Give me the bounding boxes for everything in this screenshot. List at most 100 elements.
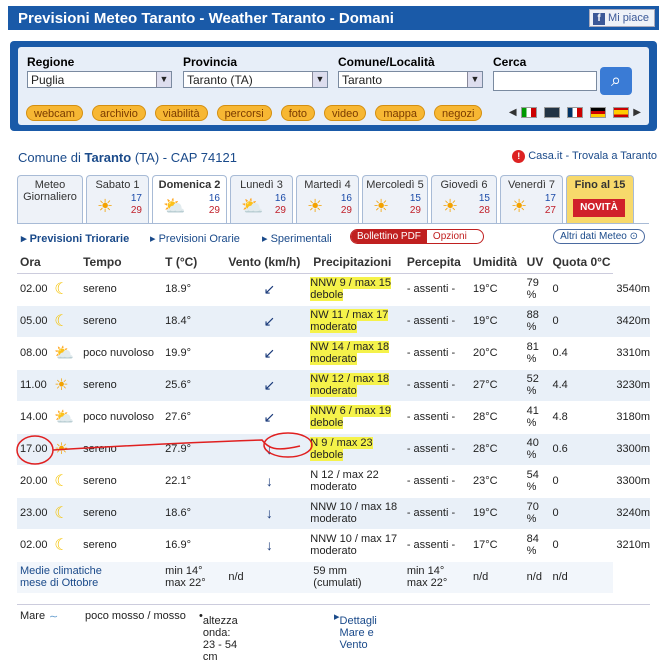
table-row: 05.00 ☾ sereno 18.4° ↙ NW 11 / max 17 moderato… (17, 305, 650, 338)
climate-prec-cell: 59 mm (cumulati) (310, 561, 404, 594)
cell-tempo: sereno (80, 497, 163, 530)
french-flag-icon[interactable] (566, 107, 583, 118)
wind-strength: moderato (310, 353, 357, 365)
col-precipitazioni: Precipitazioni (310, 251, 404, 274)
cell-umid: 84 % (523, 529, 550, 562)
col-ora: Ora (17, 251, 52, 274)
tab-tmin: 17 (130, 193, 142, 204)
mare-details-link[interactable]: ▸ Dettagli Mare e Vento (334, 610, 377, 651)
climate-month-link[interactable]: mese di Ottobre (20, 577, 162, 589)
tab-tmax: 29 (130, 205, 142, 216)
location-search-panel: Regione Puglia ▼ Provincia Taranto (TA) ▼ … (10, 41, 657, 131)
sun-icon: ☀ (511, 196, 528, 216)
tab-tmin: 15 (478, 193, 490, 204)
location-name: Taranto (84, 150, 132, 165)
wind-arrow-icon: ↙ (263, 408, 276, 425)
provincia-field: Provincia Taranto (TA) ▼ (183, 55, 328, 88)
cell-uv: 0 (549, 273, 614, 306)
subnav-sperimentali[interactable]: ▸ Sperimentali (262, 232, 332, 245)
subnav-triorarie[interactable]: ▸ Previsioni Triorarie (21, 232, 129, 245)
search-input[interactable] (493, 71, 597, 91)
cell-quota: 3230m (613, 369, 650, 402)
tab-fino-al-15[interactable]: Fino al 15 NOVITÀ (566, 175, 634, 223)
subnav-orarie[interactable]: ▸ Previsioni Orarie (150, 232, 240, 245)
tab-day[interactable]: Lunedì 3 ⛅ 16 29 (230, 175, 293, 223)
table-row: 02.00 ☾ sereno 18.9° ↙ NNW 9 / max 15 debole - … (17, 273, 650, 306)
facebook-like-button[interactable]: f Mi piace (589, 9, 655, 27)
arrow-right-icon[interactable]: ▶ (633, 107, 641, 118)
mare-onda-text: altezza onda: 23 - 54 cm (202, 615, 238, 663)
subnav-triorarie-label: Previsioni Triorarie (29, 233, 130, 245)
sun-icon: ☀ (54, 441, 69, 458)
search-button[interactable]: ⌕ (600, 67, 632, 95)
cell-wind-dir: ↙ (225, 305, 311, 338)
tab-day[interactable]: Martedì 4 ☀ 16 29 (296, 175, 359, 223)
moon-icon: ☾ (54, 473, 69, 490)
tab-tmin: 16 (208, 193, 220, 204)
regione-value: Puglia (31, 73, 65, 87)
title-bar: Previsioni Meteo Taranto - Weather Taran… (8, 6, 659, 30)
climate-temp-cell: min 14° max 22° (162, 561, 226, 594)
tab-label: Fino al 15 (574, 179, 626, 191)
cell-icon: ⛅ (51, 337, 81, 370)
tab-tmin: 16 (340, 193, 352, 204)
tab-day[interactable]: Giovedì 6 ☀ 15 28 (431, 175, 497, 223)
facebook-like-label: Mi piace (608, 12, 649, 24)
bollettino-pdf-button[interactable]: Bollettino PDF (351, 230, 427, 243)
provincia-label: Provincia (183, 55, 238, 69)
climate-prec-note: (cumulati) (313, 577, 362, 589)
link-foto[interactable]: foto (280, 105, 316, 121)
comune-select[interactable]: Taranto ▼ (338, 71, 483, 88)
spanish-flag-icon[interactable] (612, 107, 629, 118)
cell-perc: 19°C (470, 273, 524, 306)
link-viabilita[interactable]: viabilità (154, 105, 208, 121)
regione-select[interactable]: Puglia ▼ (27, 71, 172, 88)
cell-icon: ☾ (51, 273, 81, 306)
sun-icon: ☀ (442, 196, 459, 216)
cell-uv: 0.6 (549, 433, 614, 466)
wind-strength: moderato (310, 385, 357, 397)
link-webcam[interactable]: webcam (26, 105, 83, 121)
casa-link[interactable]: ! Casa.it - Trovala a Taranto (512, 150, 657, 163)
cell-tempo: sereno (80, 433, 163, 466)
cell-perc: 17°C (470, 529, 524, 562)
link-percorsi[interactable]: percorsi (216, 105, 272, 121)
cell-perc: 27°C (470, 369, 524, 402)
cell-prec: - assenti - (403, 465, 470, 498)
tab-day[interactable]: Mercoledì 5 ☀ 15 29 (362, 175, 428, 223)
mare-state: poco mosso / mosso (85, 610, 186, 622)
casa-link-label: Casa.it - Trovala a Taranto (528, 150, 657, 162)
link-negozi[interactable]: negozi (433, 105, 483, 121)
cell-icon: ☾ (51, 465, 81, 498)
provincia-select[interactable]: Taranto (TA) ▼ (183, 71, 328, 88)
wind-arrow-icon: ↓ (265, 441, 273, 457)
tab-tmax: 29 (274, 205, 286, 216)
cell-temp: 18.9° (162, 273, 226, 306)
link-video[interactable]: video (324, 105, 367, 121)
col-percepita: Percepita (403, 251, 470, 274)
opzioni-button[interactable]: Opzioni (427, 231, 483, 242)
cell-perc: 20°C (470, 337, 524, 370)
link-archivio[interactable]: archivio (91, 105, 146, 121)
climate-link[interactable]: Medie climatiche (20, 565, 162, 577)
link-mappa[interactable]: mappa (375, 105, 425, 121)
table-row: 20.00 ☾ sereno 22.1° ↓ N 12 / max 22 moderato -… (17, 465, 650, 498)
cell-temp: 18.4° (162, 305, 226, 338)
tab-day-active[interactable]: Domenica 2 ⛅ 16 29 (152, 175, 227, 224)
cell-prec: - assenti - (403, 401, 470, 434)
cell-prec: - assenti - (403, 337, 470, 370)
german-flag-icon[interactable] (589, 107, 606, 118)
tab-day[interactable]: Sabato 1 ☀ 17 29 (86, 175, 149, 223)
forecast-subnav: ▸ Previsioni Triorarie ▸ Previsioni Orar… (17, 223, 649, 249)
arrow-left-icon[interactable]: ◀ (509, 107, 517, 118)
uk-flag-icon[interactable] (544, 107, 561, 118)
italian-flag-icon[interactable] (521, 107, 538, 118)
comune-field: Comune/Località Taranto ▼ (338, 55, 483, 88)
cell-perc: 28°C (470, 433, 524, 466)
altri-dati-button[interactable]: Altri dati Meteo ⊙ (553, 229, 645, 244)
mare-label: Mare (20, 610, 46, 622)
tab-meteo-giornaliero[interactable]: Meteo Giornaliero (17, 175, 83, 223)
col-quota: Quota 0°C (549, 251, 614, 274)
tab-day[interactable]: Venerdì 7 ☀ 17 27 (500, 175, 563, 223)
wind-arrow-icon: ↙ (263, 376, 276, 393)
